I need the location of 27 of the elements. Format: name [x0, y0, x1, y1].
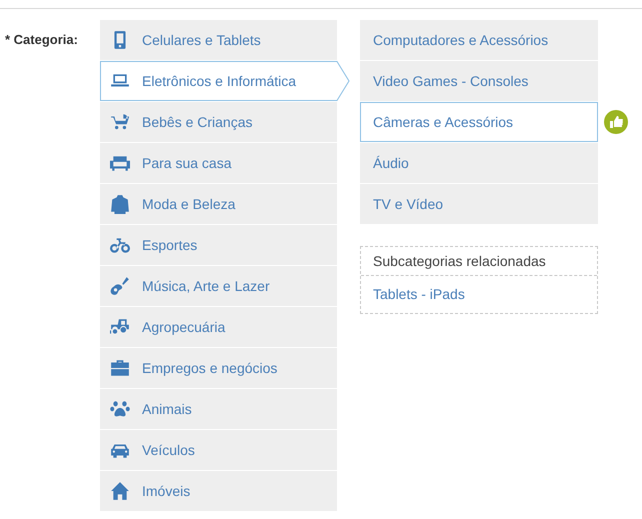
- category-item[interactable]: Música, Arte e Lazer: [100, 266, 337, 306]
- house-icon: [110, 481, 130, 501]
- category-item[interactable]: Moda e Beleza: [100, 184, 337, 224]
- category-item[interactable]: Veículos: [100, 430, 337, 470]
- stroller-icon: [110, 112, 130, 132]
- subcategory-item[interactable]: Computadores e Acessórios: [360, 20, 598, 60]
- category-item[interactable]: Animais: [100, 389, 337, 429]
- subcategory-item[interactable]: Áudio: [360, 143, 598, 183]
- category-item[interactable]: Imóveis: [100, 471, 337, 511]
- category-item[interactable]: Agropecuária: [100, 307, 337, 347]
- related-title: Subcategorias relacionadas: [373, 253, 546, 269]
- thumbs-up-icon: [604, 110, 628, 134]
- guitar-icon: [110, 276, 130, 296]
- category-item[interactable]: Para sua casa: [100, 143, 337, 183]
- subcategory-item[interactable]: Câmeras e Acessórios: [360, 102, 598, 142]
- category-item[interactable]: Celulares e Tablets: [100, 20, 337, 60]
- subcategory-item[interactable]: TV e Vídeo: [360, 184, 598, 224]
- briefcase-icon: [110, 358, 130, 378]
- jacket-icon: [110, 194, 130, 214]
- category-item[interactable]: Empregos e negócios: [100, 348, 337, 388]
- category-item[interactable]: Esportes: [100, 225, 337, 265]
- subcategory-item[interactable]: Video Games - Consoles: [360, 61, 598, 101]
- category-item[interactable]: Eletrônicos e Informática: [100, 61, 350, 101]
- related-link[interactable]: Tablets - iPads: [373, 286, 465, 302]
- field-label: * Categoria:: [4, 31, 79, 49]
- paw-icon: [110, 399, 130, 419]
- category-item[interactable]: Bebês e Crianças: [100, 102, 337, 142]
